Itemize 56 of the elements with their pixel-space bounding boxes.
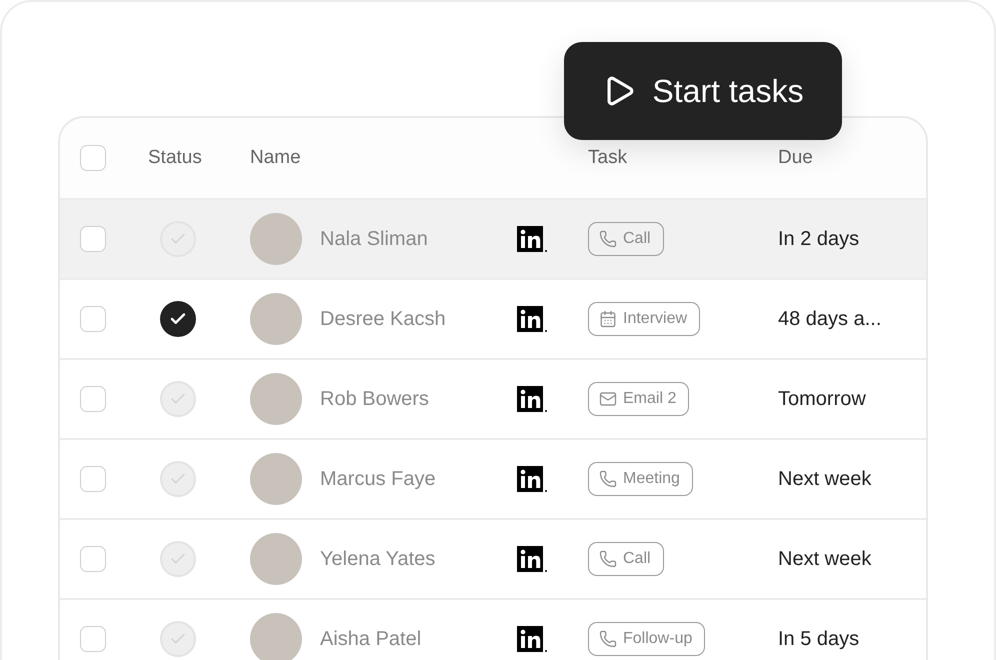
avatar-placeholder: [250, 613, 302, 660]
due-date: In 5 days: [778, 628, 860, 650]
contact-name: Yelena Yates: [320, 548, 436, 570]
task-tag: Interview: [588, 302, 700, 336]
task-tag: Call: [588, 222, 664, 256]
phone-icon: [599, 550, 617, 568]
calendar-icon: [599, 310, 617, 328]
task-tag: Call: [588, 542, 664, 576]
task-tag: Meeting: [588, 462, 693, 496]
linkedin-logo-icon: [517, 546, 548, 572]
due-date: Next week: [778, 468, 872, 490]
avatar-placeholder: [250, 533, 302, 585]
phone-icon: [599, 470, 617, 488]
column-header: Status: [148, 147, 202, 169]
task-tag: Follow-up: [588, 622, 706, 656]
status-check-icon[interactable]: [160, 541, 196, 577]
contact-name: Marcus Faye: [320, 468, 436, 490]
linkedin-logo-icon: [517, 466, 548, 492]
status-check-icon[interactable]: [160, 381, 196, 417]
row-checkbox[interactable]: [80, 306, 106, 332]
column-header: Task: [588, 147, 628, 169]
contact-name: Rob Bowers: [320, 388, 429, 410]
row-checkbox[interactable]: [80, 626, 106, 652]
avatar-placeholder: [250, 373, 302, 425]
phone-icon: [599, 230, 617, 248]
due-date: Tomorrow: [778, 388, 867, 410]
due-date: Next week: [778, 548, 872, 570]
linkedin-logo-icon: [517, 226, 548, 252]
task-tag: Email 2: [588, 382, 690, 416]
linkedin-logo-icon: [517, 386, 548, 412]
select-all-checkbox[interactable]: [80, 145, 106, 171]
due-date: In 2 days: [778, 228, 860, 250]
mail-icon: [599, 390, 617, 408]
row-checkbox[interactable]: [80, 386, 106, 412]
phone-icon: [599, 630, 617, 648]
column-header: Name: [250, 147, 302, 169]
column-header: Due: [778, 147, 814, 169]
status-check-icon[interactable]: [160, 221, 196, 257]
avatar-placeholder: [250, 213, 302, 265]
row-checkbox[interactable]: [80, 226, 106, 252]
linkedin-logo-icon: [517, 306, 548, 332]
row-checkbox[interactable]: [80, 466, 106, 492]
avatar-placeholder: [250, 453, 302, 505]
status-check-icon[interactable]: [160, 301, 196, 337]
row-checkbox[interactable]: [80, 546, 106, 572]
contact-name: Nala Sliman: [320, 228, 428, 250]
linkedin-logo-icon: [517, 626, 548, 652]
table-row[interactable]: Nala Sliman Call In 2 days: [60, 198, 926, 278]
table-row[interactable]: Aisha Patel Follow-up In 5 days: [60, 598, 926, 660]
contact-name: Aisha Patel: [320, 628, 422, 650]
start-tasks-button[interactable]: Start tasks: [564, 42, 842, 140]
status-check-icon[interactable]: [160, 461, 196, 497]
status-check-icon[interactable]: [160, 621, 196, 657]
contact-name: Desree Kacsh: [320, 308, 446, 330]
due-date: 48 days a...: [778, 308, 882, 330]
avatar-placeholder: [250, 293, 302, 345]
